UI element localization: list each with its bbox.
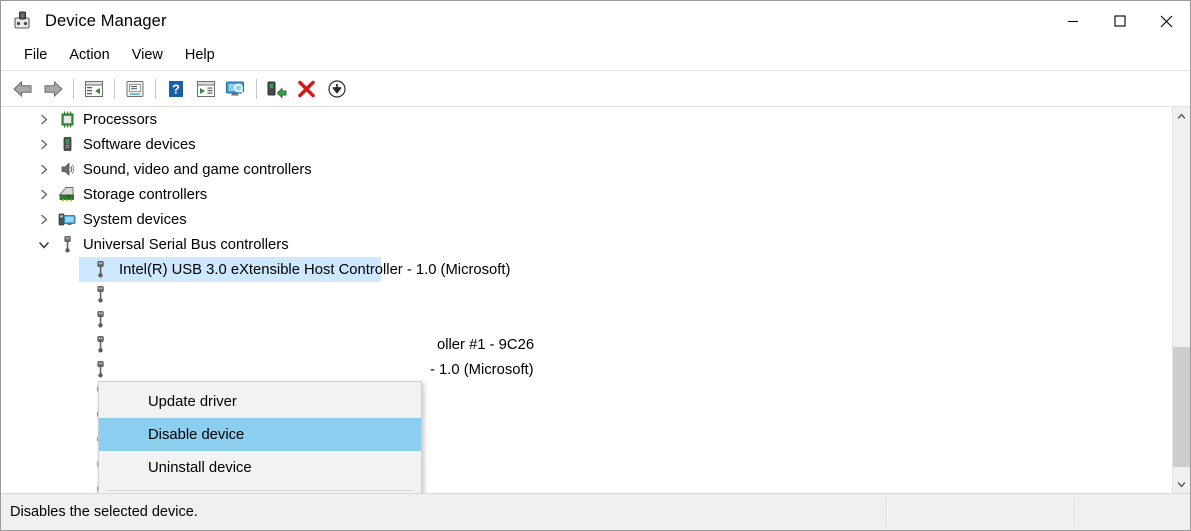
tree-item-label: Processors (83, 111, 158, 128)
tree-item-system-devices[interactable]: System devices (1, 207, 1172, 232)
disable-down-arrow-icon (328, 79, 346, 98)
usb-icon (90, 310, 110, 330)
back-button[interactable] (8, 75, 38, 103)
chevron-down-icon (1177, 481, 1186, 487)
scroll-up-button[interactable] (1173, 107, 1190, 125)
ctx-disable-device[interactable]: Disable device (99, 418, 421, 451)
tree-item-label: Sound, video and game controllers (83, 161, 312, 178)
software-device-icon (57, 135, 77, 155)
status-bar-divider (1074, 498, 1076, 526)
menu-view[interactable]: View (121, 44, 174, 67)
tree-item-label: oller #1 - 9C26 (437, 336, 535, 353)
show-hide-console-tree-button[interactable] (79, 75, 109, 103)
update-driver-icon (267, 81, 287, 99)
processor-icon (57, 110, 77, 130)
close-button[interactable] (1143, 1, 1190, 41)
toolbar: ? (1, 71, 1190, 107)
update-driver-button[interactable] (262, 75, 292, 103)
chevron-right-icon[interactable] (31, 132, 57, 157)
chevron-up-icon (1177, 113, 1186, 119)
tree-item-usb-device[interactable] (1, 282, 1172, 307)
uninstall-red-x-icon (298, 80, 315, 97)
chevron-right-icon[interactable] (31, 182, 57, 207)
status-bar-text: Disables the selected device. (10, 504, 198, 520)
speaker-icon (57, 160, 77, 180)
scan-monitor-icon (226, 81, 245, 95)
tree-item-usb-device[interactable]: oller #1 - 9C26 (1, 332, 1172, 357)
device-context-menu: Update driver Disable device Uninstall d… (98, 381, 422, 493)
tree-item-label: System devices (83, 211, 187, 228)
toolbar-separator (155, 78, 156, 99)
device-tree-pane: Processors Software devices Sound, video… (1, 107, 1190, 494)
context-menu-separator (107, 490, 413, 491)
system-device-icon (57, 210, 77, 230)
toolbar-separator (114, 78, 115, 99)
properties-button[interactable] (120, 75, 150, 103)
menu-help[interactable]: Help (174, 44, 226, 67)
tree-item-software-devices[interactable]: Software devices (1, 132, 1172, 157)
close-icon (1160, 15, 1173, 27)
tree-item-label: Software devices (83, 136, 196, 153)
chevron-right-icon[interactable] (31, 157, 57, 182)
toolbar-separator (256, 78, 257, 99)
chevron-down-icon[interactable] (31, 232, 57, 257)
tree-item-storage-controllers[interactable]: Storage controllers (1, 182, 1172, 207)
ctx-update-driver[interactable]: Update driver (99, 385, 421, 418)
properties-window-icon (126, 80, 144, 97)
menu-file[interactable]: File (13, 44, 58, 67)
forward-arrow-icon (44, 80, 63, 97)
usb-icon (90, 360, 110, 380)
ctx-uninstall-device[interactable]: Uninstall device (99, 451, 421, 484)
device-manager-window: Device Manager File Action View Help ? P… (0, 0, 1191, 531)
scan-hardware-changes-button[interactable] (221, 75, 251, 103)
back-arrow-icon (13, 80, 32, 97)
scrollbar-thumb[interactable] (1173, 347, 1190, 467)
title-bar: Device Manager (1, 1, 1190, 41)
minimize-icon (1067, 20, 1078, 23)
tree-item-usb-device[interactable] (1, 307, 1172, 332)
usb-icon (90, 285, 110, 305)
usb-icon (57, 235, 77, 255)
toolbar-separator (73, 78, 74, 99)
tree-item-label: Universal Serial Bus controllers (83, 236, 289, 253)
status-bar: Disables the selected device. (1, 494, 1190, 530)
maximize-button[interactable] (1096, 1, 1143, 41)
action-play-icon (197, 80, 215, 97)
minimize-button[interactable] (1049, 1, 1096, 41)
window-controls (1049, 1, 1190, 41)
usb-icon (90, 260, 110, 280)
scroll-down-button[interactable] (1173, 475, 1190, 493)
status-bar-divider (886, 498, 888, 526)
tree-item-usb-device-selected[interactable]: Intel(R) USB 3.0 eXtensible Host Control… (1, 257, 1172, 282)
forward-button[interactable] (38, 75, 68, 103)
console-tree-icon (85, 80, 103, 97)
device-manager-icon (13, 10, 35, 32)
help-button[interactable]: ? (161, 75, 191, 103)
menu-action[interactable]: Action (58, 44, 120, 67)
vertical-scrollbar[interactable] (1172, 107, 1190, 493)
tree-item-processors[interactable]: Processors (1, 107, 1172, 132)
help-question-icon: ? (169, 80, 183, 97)
storage-controller-icon (57, 185, 77, 205)
tree-item-label: - 1.0 (Microsoft) (430, 361, 534, 378)
chevron-right-icon[interactable] (31, 107, 57, 132)
svg-text:?: ? (172, 81, 180, 96)
tree-item-sound-video-game-controllers[interactable]: Sound, video and game controllers (1, 157, 1172, 182)
chevron-right-icon[interactable] (31, 207, 57, 232)
tree-item-usb-device[interactable]: - 1.0 (Microsoft) (1, 357, 1172, 382)
menu-bar: File Action View Help (1, 41, 1190, 71)
tree-item-label: Intel(R) USB 3.0 eXtensible Host Control… (119, 261, 511, 278)
disable-device-button[interactable] (322, 75, 352, 103)
usb-icon (90, 335, 110, 355)
tree-item-label: Storage controllers (83, 186, 208, 203)
scan-action-button[interactable] (191, 75, 221, 103)
uninstall-device-button[interactable] (292, 75, 322, 103)
tree-item-universal-serial-bus-controllers[interactable]: Universal Serial Bus controllers (1, 232, 1172, 257)
window-title: Device Manager (45, 11, 167, 30)
maximize-icon (1113, 15, 1126, 27)
